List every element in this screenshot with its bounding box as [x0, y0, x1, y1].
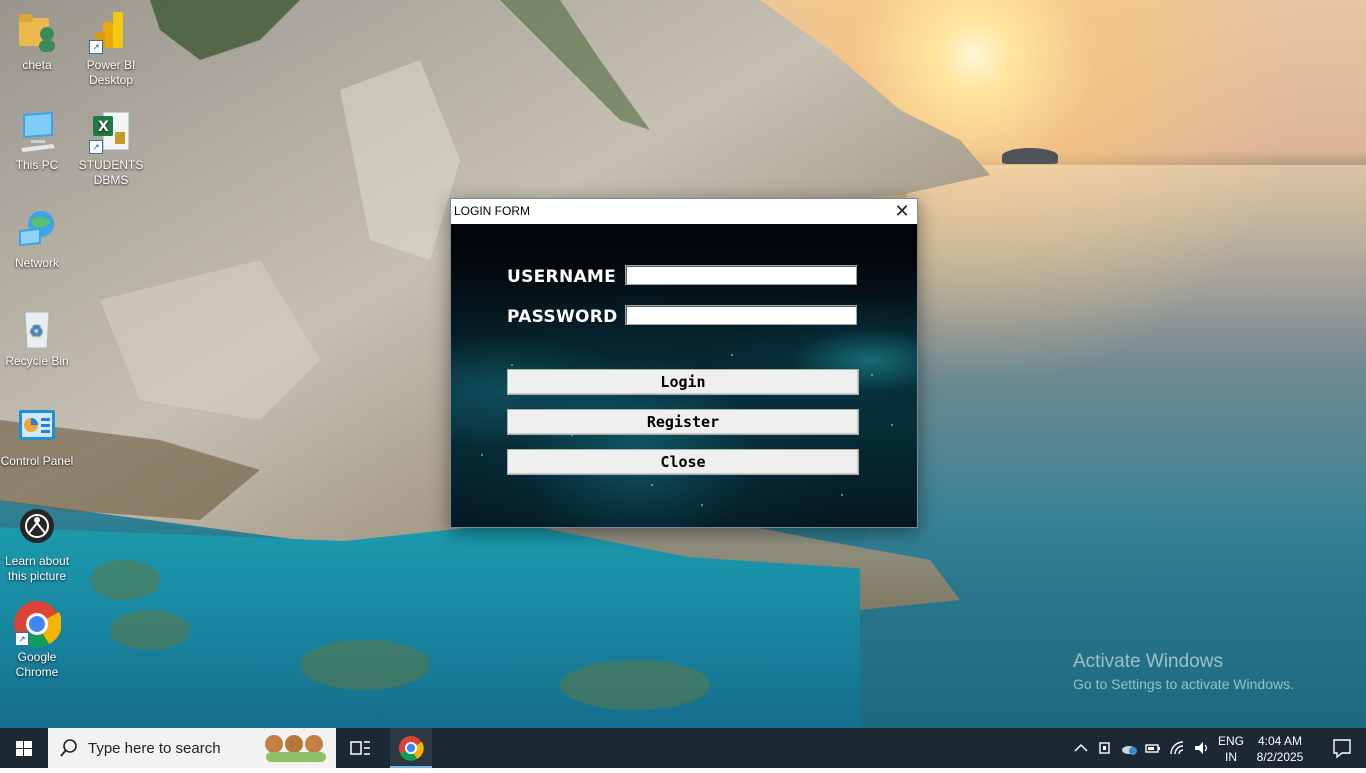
taskbar: Type here to search ENG IN 4:04 AM 8/2/2…	[0, 728, 1366, 768]
svg-text:X: X	[98, 119, 109, 135]
taskbar-search-box[interactable]: Type here to search	[48, 728, 336, 768]
taskbar-chrome-button[interactable]	[390, 728, 432, 768]
recycle-bin-icon: ♻	[15, 306, 59, 350]
password-input[interactable]	[625, 305, 857, 325]
desktop-icon-label: Control Panel	[0, 454, 74, 468]
camera-icon	[15, 506, 59, 550]
desktop-icon-control-panel[interactable]: Control Panel	[0, 406, 74, 469]
login-window: LOGIN FORM ✕ USERNAME PASSWORD Login Reg…	[450, 198, 918, 528]
register-button[interactable]: Register	[507, 409, 859, 435]
desktop-icon-cheta[interactable]: cheta	[0, 10, 74, 73]
window-titlebar[interactable]: LOGIN FORM ✕	[451, 199, 917, 224]
password-label: PASSWORD	[507, 307, 618, 327]
task-view-icon[interactable]	[346, 728, 374, 768]
start-button[interactable]	[0, 728, 48, 768]
user-folder-icon	[15, 10, 59, 54]
desktop-icon-label: STUDENTS DBMS	[78, 158, 144, 187]
volume-icon[interactable]	[1193, 740, 1209, 756]
search-highlight-image	[265, 735, 326, 762]
language-code: ENG	[1218, 734, 1245, 748]
svg-text:♻: ♻	[29, 321, 43, 340]
excel-file-icon: X ↗	[89, 110, 133, 154]
desktop-icon-network[interactable]: Network	[0, 208, 74, 271]
username-label: USERNAME	[507, 267, 617, 287]
reef	[560, 660, 710, 710]
chrome-icon: ↗	[14, 601, 62, 648]
shortcut-arrow-icon: ↗	[89, 140, 103, 154]
reef	[300, 640, 430, 690]
chrome-icon	[399, 736, 424, 761]
language-indicator[interactable]: ENG IN	[1218, 733, 1244, 765]
shortcut-arrow-icon: ↗	[89, 40, 103, 54]
desktop-icon-label: Network	[14, 256, 59, 270]
power-bi-icon: ↗	[89, 10, 133, 54]
computer-icon	[15, 110, 59, 154]
desktop-icon-label: Power BI Desktop	[86, 58, 136, 87]
clock[interactable]: 4:04 AM 8/2/2025	[1254, 733, 1306, 765]
chevron-up-icon[interactable]	[1073, 740, 1089, 756]
username-input[interactable]	[625, 265, 857, 285]
region-code: IN	[1225, 750, 1237, 764]
clock-time: 4:04 AM	[1257, 734, 1303, 748]
meet-now-icon[interactable]	[1097, 740, 1113, 756]
window-title: LOGIN FORM	[454, 204, 531, 218]
network-icon	[15, 208, 59, 252]
desktop-icon-label: Recycle Bin	[5, 354, 69, 368]
onedrive-icon[interactable]	[1121, 740, 1137, 756]
notification-center-button[interactable]	[1318, 728, 1366, 768]
reef	[90, 560, 160, 600]
clock-date: 8/2/2025	[1256, 750, 1304, 764]
search-placeholder: Type here to search	[88, 740, 221, 757]
desktop-icon-label: Learn about this picture	[4, 554, 70, 583]
login-form-body: USERNAME PASSWORD Login Register Close	[451, 224, 917, 527]
desktop-icon-google-chrome[interactable]: ↗ Google Chrome	[0, 601, 74, 680]
desktop-wallpaper: cheta ↗ Power BI Desktop This PC X ↗ STU…	[0, 0, 1366, 728]
notification-icon	[1333, 739, 1351, 759]
watermark-title: Activate Windows	[1073, 651, 1223, 672]
search-icon	[60, 739, 77, 757]
windows-logo-icon	[16, 741, 32, 756]
desktop-icon-this-pc[interactable]: This PC	[0, 110, 74, 173]
desktop-icon-label: This PC	[15, 158, 59, 172]
desktop-icon-label: cheta	[22, 58, 52, 72]
desktop-icon-label: Google Chrome	[15, 650, 59, 679]
shortcut-arrow-icon: ↗	[15, 632, 29, 646]
wifi-icon[interactable]	[1169, 740, 1185, 756]
battery-icon[interactable]	[1145, 740, 1161, 756]
desktop-icon-recycle-bin[interactable]: ♻ Recycle Bin	[0, 306, 74, 369]
desktop-icon-students-dbms[interactable]: X ↗ STUDENTS DBMS	[74, 110, 148, 188]
close-icon[interactable]: ✕	[887, 199, 917, 224]
login-button[interactable]: Login	[507, 369, 859, 395]
desktop-icon-power-bi[interactable]: ↗ Power BI Desktop	[74, 10, 148, 88]
watermark-subtitle: Go to Settings to activate Windows.	[1073, 676, 1294, 692]
activate-windows-watermark: Activate Windows Go to Settings to activ…	[1073, 651, 1294, 692]
close-button[interactable]: Close	[507, 449, 859, 475]
reef	[110, 610, 190, 650]
desktop-icon-learn-about-picture[interactable]: Learn about this picture	[0, 506, 74, 584]
control-panel-icon	[15, 406, 59, 450]
